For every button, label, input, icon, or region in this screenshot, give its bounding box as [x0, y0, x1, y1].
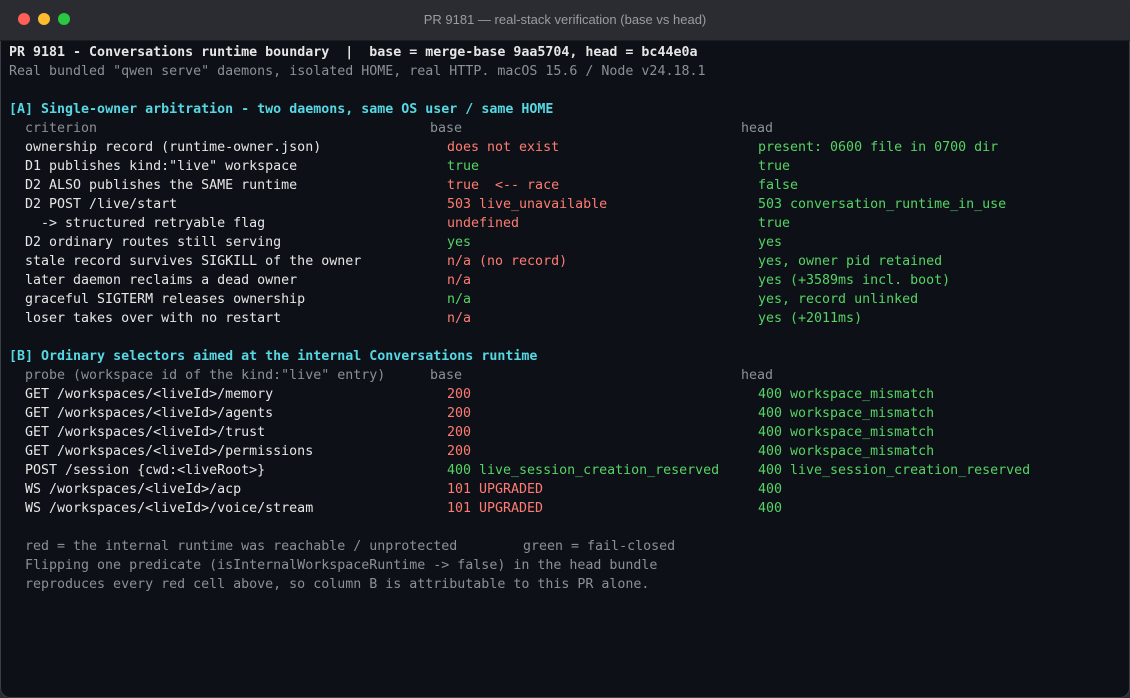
col-criterion-header: criterion — [25, 121, 98, 136]
section-b-row: GET /workspaces/<liveId>/permissions 200… — [9, 442, 934, 461]
head-cell: 400 — [758, 501, 783, 516]
head-cell: true — [758, 216, 791, 231]
section-a-title: [A] Single-owner arbitration - two daemo… — [9, 102, 554, 117]
legend-line: red = the internal runtime was reachable… — [9, 537, 675, 556]
criterion-cell: D2 ordinary routes still serving — [25, 235, 282, 250]
criterion-cell: D2 POST /live/start — [25, 197, 178, 212]
col-base-header: base — [430, 368, 463, 383]
terminal-window: PR 9181 — real-stack verification (base … — [0, 0, 1130, 698]
criterion-cell: ownership record (runtime-owner.json) — [25, 140, 322, 155]
section-a-row: -> structured retryable flag undefined t… — [9, 214, 790, 233]
window-title: PR 9181 — real-stack verification (base … — [423, 12, 707, 27]
criterion-cell: loser takes over with no restart — [25, 311, 282, 326]
head-cell: false — [758, 178, 799, 193]
base-cell: n/a — [447, 273, 472, 288]
section-b-row: GET /workspaces/<liveId>/agents 200 400 … — [9, 404, 934, 423]
section-a-row: D2 POST /live/start 503 live_unavailable… — [9, 195, 1006, 214]
col-head-header: head — [741, 121, 774, 136]
section-a-row: D2 ordinary routes still serving yes yes — [9, 233, 782, 252]
probe-cell: GET /workspaces/<liveId>/agents — [25, 406, 274, 421]
section-a-column-headers: criterion base head — [9, 119, 773, 138]
probe-cell: WS /workspaces/<liveId>/acp — [25, 482, 242, 497]
head-cell: true — [758, 159, 791, 174]
section-b-row: GET /workspaces/<liveId>/memory 200 400 … — [9, 385, 934, 404]
section-b-title: [B] Ordinary selectors aimed at the inte… — [9, 349, 538, 364]
criterion-cell: D1 publishes kind:"live" workspace — [25, 159, 298, 174]
section-b-row: WS /workspaces/<liveId>/voice/stream 101… — [9, 499, 782, 518]
legend-green: green = fail-closed — [523, 539, 676, 554]
section-b-row: WS /workspaces/<liveId>/acp 101 UPGRADED… — [9, 480, 782, 499]
criterion-cell: stale record survives SIGKILL of the own… — [25, 254, 362, 269]
section-a-row: graceful SIGTERM releases ownership n/a … — [9, 290, 918, 309]
head-cell: 400 workspace_mismatch — [758, 444, 935, 459]
head-cell: yes — [758, 235, 783, 250]
col-base-header: base — [430, 121, 463, 136]
probe-cell: WS /workspaces/<liveId>/voice/stream — [25, 501, 314, 516]
head-cell: 400 — [758, 482, 783, 497]
legend-red: red = the internal runtime was reachable… — [25, 539, 458, 554]
header-line-2: Real bundled "qwen serve" daemons, isola… — [9, 64, 706, 79]
header-line-1: PR 9181 - Conversations runtime boundary… — [9, 45, 698, 60]
base-cell: 200 — [447, 387, 472, 402]
probe-cell: POST /session {cwd:<liveRoot>} — [25, 463, 266, 478]
head-cell: present: 0600 file in 0700 dir — [758, 140, 999, 155]
base-cell: 503 live_unavailable — [447, 197, 608, 212]
base-cell: 400 live_session_creation_reserved — [447, 463, 720, 478]
base-cell: 200 — [447, 444, 472, 459]
section-a-row: D1 publishes kind:"live" workspace true … — [9, 157, 790, 176]
section-a-row: D2 ALSO publishes the SAME runtime true … — [9, 176, 798, 195]
criterion-cell: -> structured retryable flag — [25, 216, 266, 231]
base-cell: 101 UPGRADED — [447, 501, 544, 516]
head-cell: 400 live_session_creation_reserved — [758, 463, 1031, 478]
note-line-2: reproduces every red cell above, so colu… — [25, 577, 650, 592]
col-probe-header: probe (workspace id of the kind:"live" e… — [25, 368, 386, 383]
criterion-cell: D2 ALSO publishes the SAME runtime — [25, 178, 298, 193]
head-cell: yes, record unlinked — [758, 292, 919, 307]
note-line-1: Flipping one predicate (isInternalWorksp… — [25, 558, 658, 573]
probe-cell: GET /workspaces/<liveId>/permissions — [25, 444, 314, 459]
base-cell: true — [447, 159, 480, 174]
base-cell: n/a (no record) — [447, 254, 568, 269]
base-cell: 200 — [447, 406, 472, 421]
section-b-column-headers: probe (workspace id of the kind:"live" e… — [9, 366, 773, 385]
title-bar: PR 9181 — real-stack verification (base … — [0, 0, 1130, 41]
base-cell: n/a — [447, 311, 472, 326]
terminal-output: PR 9181 - Conversations runtime boundary… — [9, 43, 1130, 698]
criterion-cell: later daemon reclaims a dead owner — [25, 273, 298, 288]
section-a-row: ownership record (runtime-owner.json) do… — [9, 138, 998, 157]
head-cell: 400 workspace_mismatch — [758, 387, 935, 402]
section-b-row: POST /session {cwd:<liveRoot>} 400 live_… — [9, 461, 1030, 480]
base-cell: yes — [447, 235, 472, 250]
base-cell: 101 UPGRADED — [447, 482, 544, 497]
base-cell: undefined — [447, 216, 520, 231]
base-cell: 200 — [447, 425, 472, 440]
probe-cell: GET /workspaces/<liveId>/trust — [25, 425, 266, 440]
head-cell: 503 conversation_runtime_in_use — [758, 197, 1007, 212]
head-cell: 400 workspace_mismatch — [758, 425, 935, 440]
probe-cell: GET /workspaces/<liveId>/memory — [25, 387, 274, 402]
head-cell: yes, owner pid retained — [758, 254, 943, 269]
base-cell: n/a — [447, 292, 472, 307]
head-cell: yes (+3589ms incl. boot) — [758, 273, 951, 288]
section-a-row: loser takes over with no restart n/a yes… — [9, 309, 862, 328]
base-cell: does not exist — [447, 140, 560, 155]
criterion-cell: graceful SIGTERM releases ownership — [25, 292, 306, 307]
col-head-header: head — [741, 368, 774, 383]
section-a-row: stale record survives SIGKILL of the own… — [9, 252, 942, 271]
section-a-row: later daemon reclaims a dead owner n/a y… — [9, 271, 950, 290]
head-cell: yes (+2011ms) — [758, 311, 863, 326]
base-cell: true <-- race — [447, 178, 560, 193]
head-cell: 400 workspace_mismatch — [758, 406, 935, 421]
section-b-row: GET /workspaces/<liveId>/trust 200 400 w… — [9, 423, 934, 442]
